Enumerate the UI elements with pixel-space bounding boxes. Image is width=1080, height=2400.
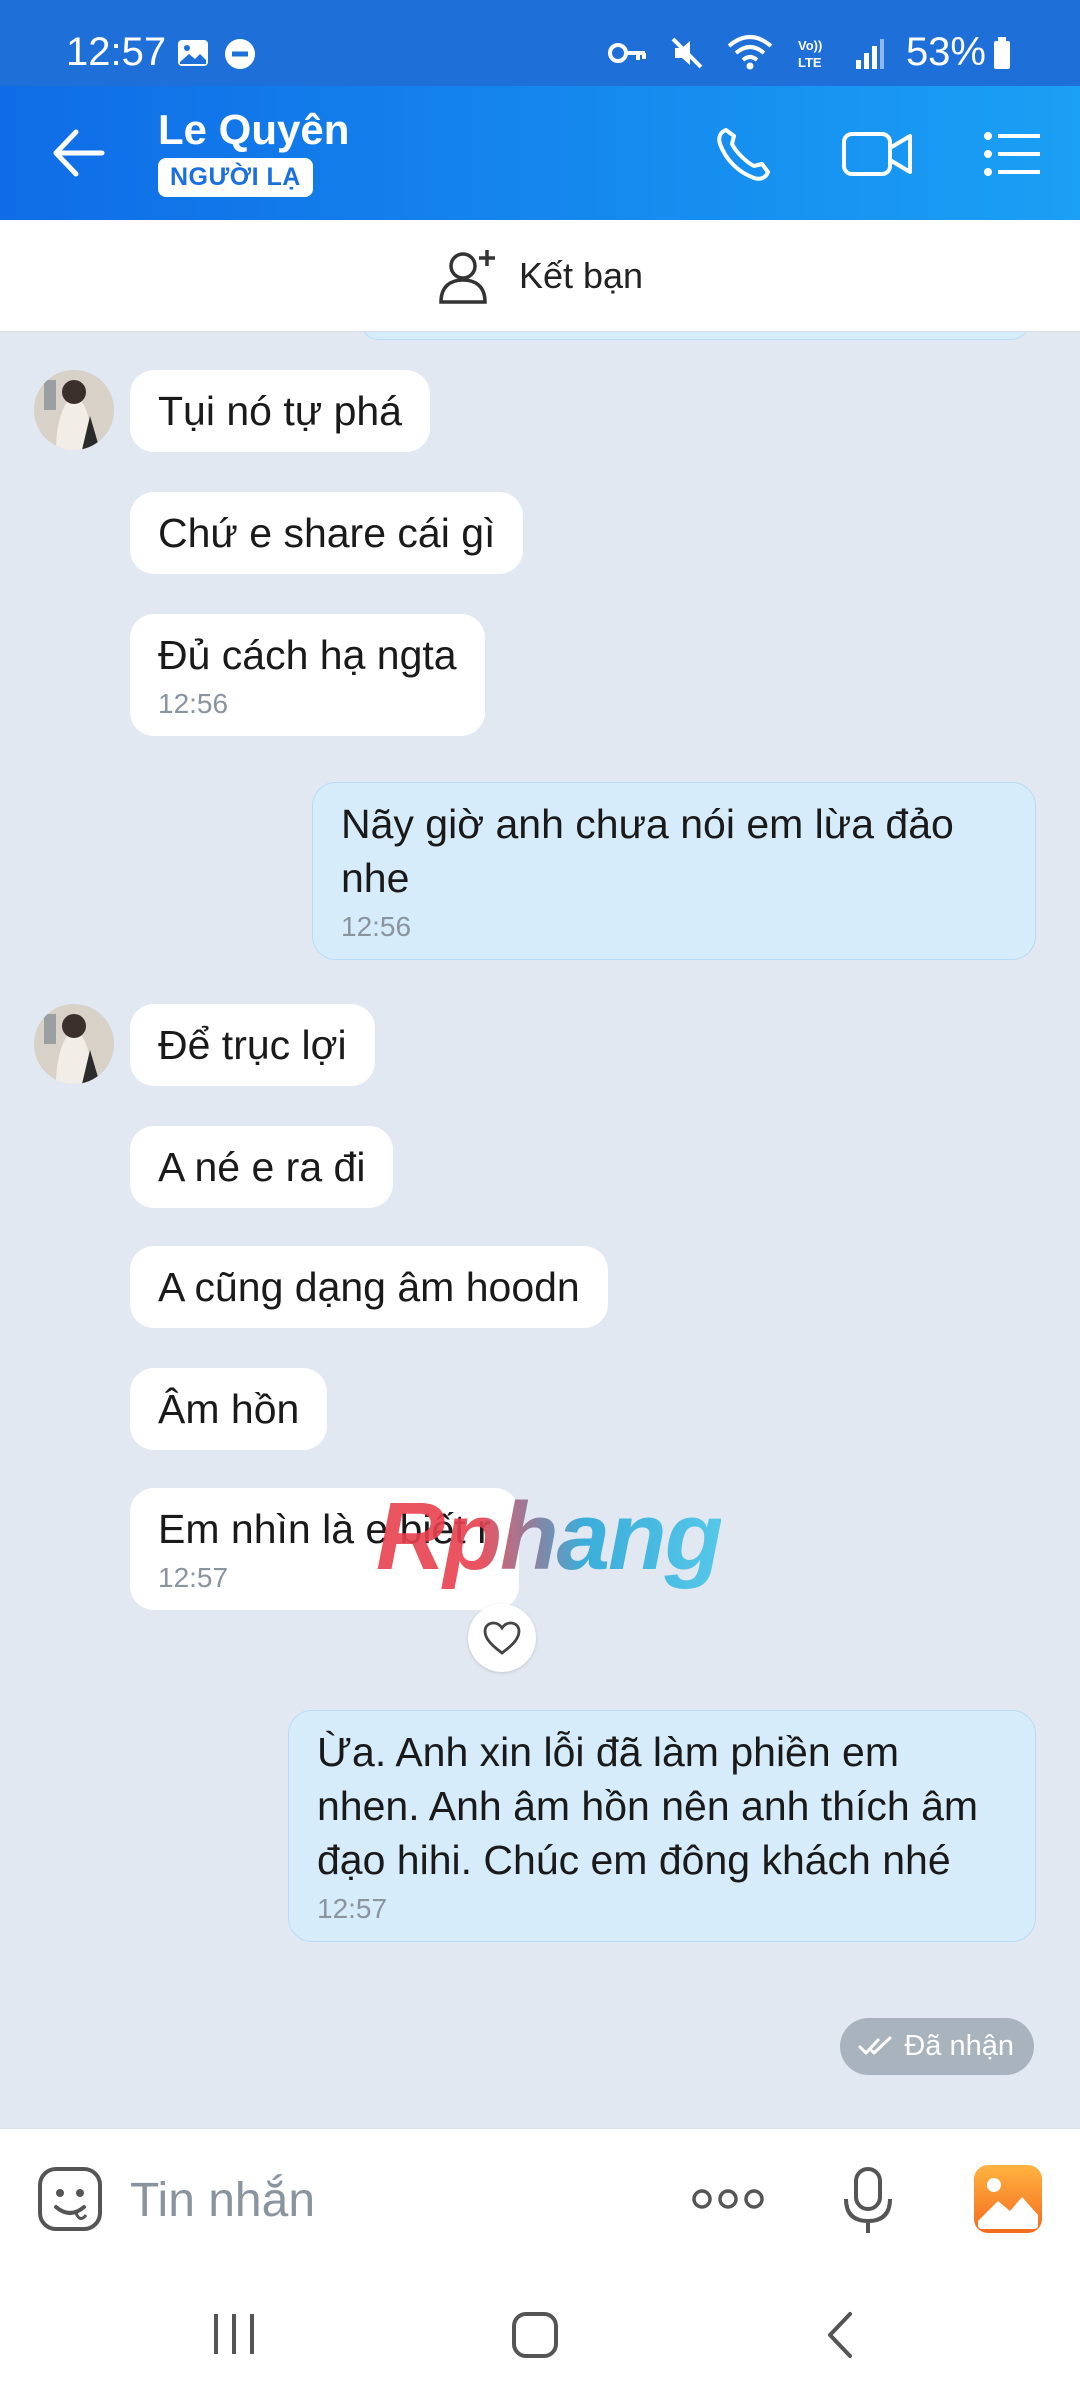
gallery-icon (178, 40, 208, 66)
message-time: 12:57 (317, 1893, 388, 1924)
svg-text:LTE: LTE (798, 55, 822, 70)
message-text: Nãy giờ anh chưa nói em lừa đảo nhe (341, 801, 954, 901)
add-friend-icon (439, 249, 495, 304)
message-text: A cũng dạng âm hoodn (158, 1264, 580, 1310)
message-text: Tụi nó tự phá (158, 388, 402, 434)
previous-message-bubble (360, 332, 1030, 340)
double-check-icon (858, 2036, 892, 2054)
recent-apps-icon[interactable] (208, 2310, 260, 2358)
message-input-bar: Tin nhắn (0, 2128, 1080, 2268)
add-friend-bar[interactable]: Kết bạn (0, 220, 1080, 332)
message-text: Chứ e share cái gì (158, 510, 496, 556)
home-icon[interactable] (510, 2310, 560, 2360)
status-time: 12:57 (66, 30, 167, 74)
incoming-message[interactable]: Tụi nó tự phá (130, 370, 430, 452)
watermark: Rphang (376, 1483, 723, 1590)
message-input[interactable]: Tin nhắn (130, 2173, 315, 2228)
battery-percent: 53% (905, 30, 986, 74)
sticker-icon[interactable] (36, 2165, 104, 2233)
incoming-message[interactable]: A cũng dạng âm hoodn (130, 1246, 608, 1328)
incoming-message[interactable]: A né e ra đi (130, 1126, 394, 1208)
received-status-badge: Đã nhận (840, 2018, 1034, 2075)
status-bar: 12:57 Vo)) LTE 53% (0, 0, 1080, 86)
received-status-text: Đã nhận (904, 2030, 1014, 2062)
svg-text:Vo)): Vo)) (798, 38, 822, 53)
add-friend-label: Kết bạn (518, 254, 644, 296)
system-nav-bar (0, 2268, 1080, 2400)
status-right-group: Vo)) LTE 53% (607, 30, 1012, 75)
incoming-message[interactable]: Đủ cách hạ ngta 12:56 (130, 614, 485, 736)
message-text: Âm hồn (158, 1386, 300, 1432)
menu-icon[interactable] (980, 122, 1044, 186)
volte-icon: Vo)) LTE (798, 38, 822, 70)
back-nav-icon[interactable] (820, 2310, 860, 2360)
message-list[interactable]: Tụi nó tự phá Chứ e share cái gì Đủ cách… (0, 332, 1080, 2128)
contact-avatar[interactable] (34, 370, 114, 450)
stranger-badge: NGƯỜI LẠ (158, 158, 313, 197)
message-text: Đủ cách hạ ngta (158, 632, 457, 678)
outgoing-message[interactable]: Nãy giờ anh chưa nói em lừa đảo nhe 12:56 (312, 782, 1036, 960)
battery-icon (994, 36, 1010, 69)
key-icon (607, 42, 646, 63)
message-time: 12:56 (341, 911, 412, 942)
dnd-icon (225, 39, 255, 69)
mute-icon (671, 37, 703, 68)
microphone-icon[interactable] (842, 2165, 894, 2237)
chat-header: Le Quyên NGƯỜI LẠ (0, 86, 1080, 220)
incoming-message[interactable]: Âm hồn (130, 1368, 328, 1450)
incoming-message[interactable]: Để trục lợi (130, 1004, 375, 1086)
signal-icon (855, 38, 884, 69)
image-picker-icon[interactable] (972, 2163, 1044, 2235)
avatar-image (34, 370, 114, 450)
avatar-image (34, 1004, 114, 1084)
phone-call-icon[interactable] (712, 122, 776, 186)
heart-icon (483, 1621, 521, 1655)
incoming-message[interactable]: Chứ e share cái gì (130, 492, 524, 574)
wifi-icon (727, 34, 773, 69)
react-heart-button[interactable] (468, 1604, 536, 1672)
message-text: Để trục lợi (158, 1022, 347, 1068)
video-call-icon[interactable] (840, 122, 914, 186)
message-text: A né e ra đi (158, 1144, 366, 1190)
back-arrow-icon[interactable] (50, 128, 106, 178)
contact-avatar[interactable] (34, 1004, 114, 1084)
message-text: Ừa. Anh xin lỗi đã làm phiền em nhen. An… (317, 1729, 979, 1883)
more-options-icon[interactable] (690, 2185, 766, 2213)
message-time: 12:56 (158, 688, 229, 719)
contact-name[interactable]: Le Quyên (158, 106, 349, 154)
outgoing-message[interactable]: Ừa. Anh xin lỗi đã làm phiền em nhen. An… (288, 1710, 1036, 1942)
